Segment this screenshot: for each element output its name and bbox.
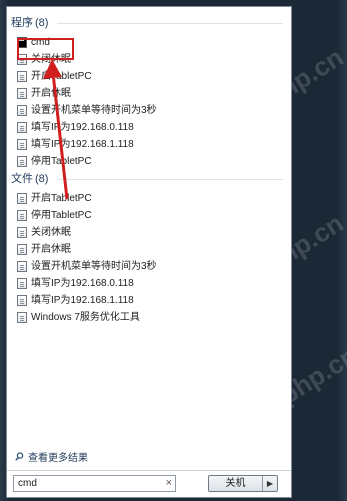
script-file-icon <box>17 210 27 221</box>
result-item-label: 开启休眠 <box>31 88 71 99</box>
result-item-label: 关闭休眠 <box>31 227 71 238</box>
result-item-label: 开启TabletPC <box>31 71 92 82</box>
result-item-label: 停用TabletPC <box>31 156 92 167</box>
result-item-label: 设置开机菜单等待时间为3秒 <box>31 105 157 116</box>
programs-group-header[interactable]: 程序 (8) <box>11 16 283 30</box>
start-menu-bottom-bar: cmd × 关机 ▶ <box>7 471 291 497</box>
result-item-label: 填写IP为192.168.0.118 <box>31 122 134 133</box>
script-file-icon <box>17 227 27 238</box>
result-item-label: 填写IP为192.168.0.118 <box>31 278 134 289</box>
shutdown-options-arrow-icon[interactable]: ▶ <box>263 476 277 491</box>
annotation-highlight-box <box>17 38 74 60</box>
script-file-icon <box>17 193 27 204</box>
see-more-label: 查看更多结果 <box>28 453 88 464</box>
script-file-icon <box>17 261 27 272</box>
result-item[interactable]: 设置开机菜单等待时间为3秒 <box>17 104 157 117</box>
group-divider <box>57 179 283 180</box>
result-item[interactable]: 填写IP为192.168.0.118 <box>17 277 134 290</box>
result-item[interactable]: 停用TabletPC <box>17 209 92 222</box>
script-file-icon <box>17 122 27 133</box>
files-group-header[interactable]: 文件 (8) <box>11 172 283 186</box>
shutdown-label: 关机 <box>209 476 263 491</box>
programs-header-label: 程序 <box>11 17 33 29</box>
script-file-icon <box>17 312 27 323</box>
group-divider <box>57 23 283 24</box>
result-item[interactable]: 停用TabletPC <box>17 155 92 168</box>
script-file-icon <box>17 71 27 82</box>
result-item[interactable]: 开启休眠 <box>17 243 71 256</box>
script-file-icon <box>17 278 27 289</box>
search-input-value: cmd <box>18 478 37 489</box>
result-item-label: Windows 7服务优化工具 <box>31 312 140 323</box>
result-item[interactable]: 填写IP为192.168.1.118 <box>17 294 134 307</box>
result-item[interactable]: 开启TabletPC <box>17 192 92 205</box>
start-menu-search-results: 程序 (8) cmd 关闭休眠 开启TabletPC 开启休眠 设置开机菜单等待… <box>6 6 292 498</box>
result-item-label: 填写IP为192.168.1.118 <box>31 139 134 150</box>
search-input[interactable]: cmd × <box>13 475 176 492</box>
script-file-icon <box>17 244 27 255</box>
result-item[interactable]: 设置开机菜单等待时间为3秒 <box>17 260 157 273</box>
result-item-label: 开启TabletPC <box>31 193 92 204</box>
files-count: (8) <box>35 173 49 185</box>
result-item-label: 设置开机菜单等待时间为3秒 <box>31 261 157 272</box>
result-item[interactable]: 开启TabletPC <box>17 70 92 83</box>
programs-count: (8) <box>35 17 49 29</box>
script-file-icon <box>17 139 27 150</box>
search-icon <box>15 452 24 461</box>
files-header-label: 文件 <box>11 173 33 185</box>
result-item[interactable]: 开启休眠 <box>17 87 71 100</box>
result-item[interactable]: 填写IP为192.168.0.118 <box>17 121 134 134</box>
script-file-icon <box>17 295 27 306</box>
script-file-icon <box>17 88 27 99</box>
script-file-icon <box>17 105 27 116</box>
result-item[interactable]: 填写IP为192.168.1.118 <box>17 138 134 151</box>
result-item[interactable]: 关闭休眠 <box>17 226 71 239</box>
script-file-icon <box>17 156 27 167</box>
result-item[interactable]: Windows 7服务优化工具 <box>17 311 140 324</box>
result-item-label: 开启休眠 <box>31 244 71 255</box>
clear-search-icon[interactable]: × <box>166 477 172 490</box>
see-more-results-link[interactable]: 查看更多结果 <box>15 449 88 464</box>
result-item-label: 停用TabletPC <box>31 210 92 221</box>
result-item-label: 填写IP为192.168.1.118 <box>31 295 134 306</box>
shutdown-button[interactable]: 关机 ▶ <box>208 475 278 492</box>
